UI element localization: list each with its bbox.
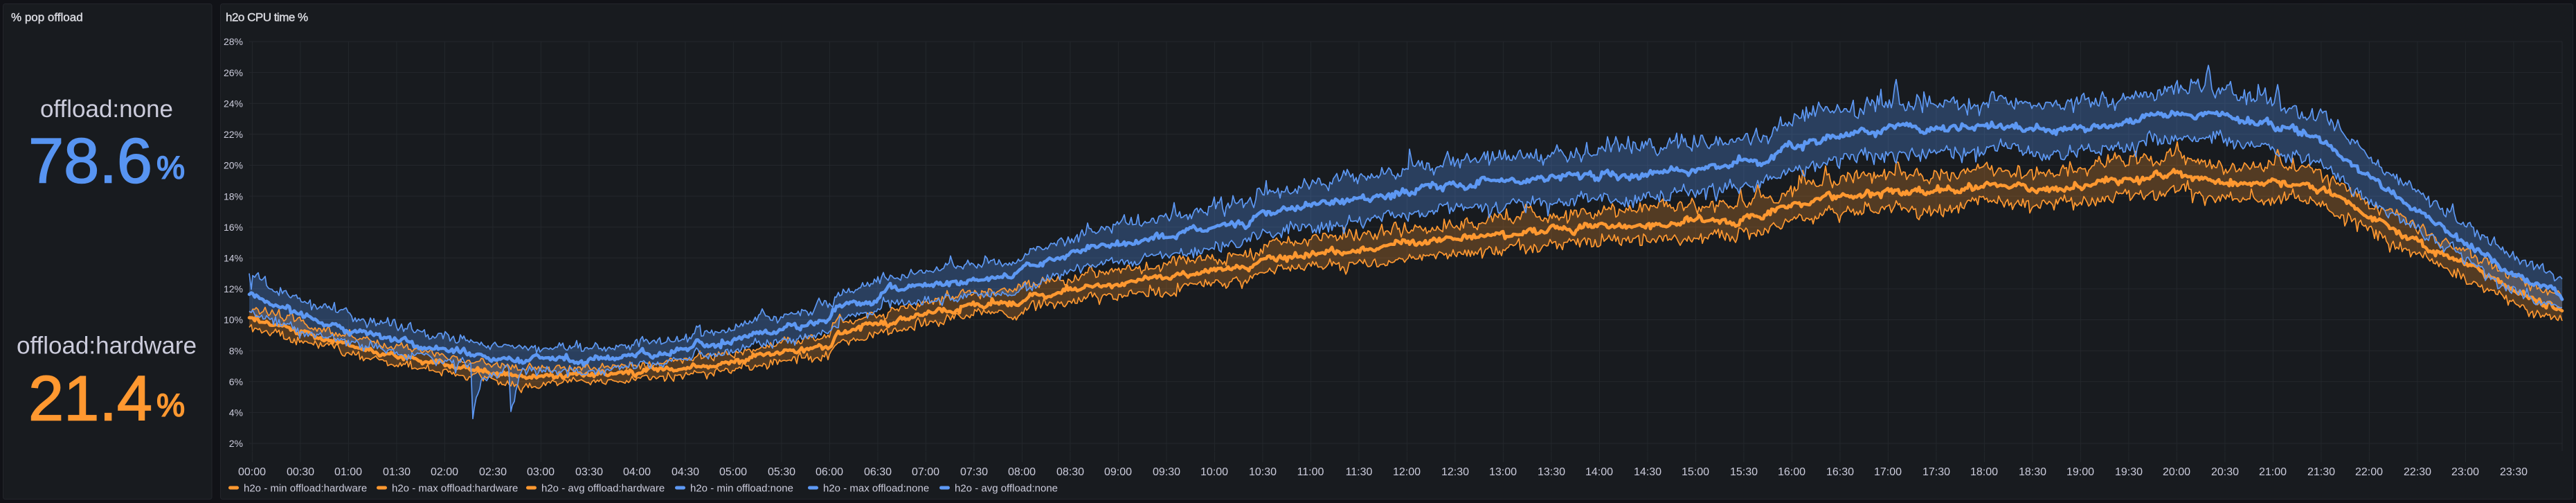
svg-text:07:00: 07:00 — [912, 466, 939, 478]
svg-text:12:00: 12:00 — [1393, 466, 1421, 478]
svg-text:13:00: 13:00 — [1489, 466, 1517, 478]
svg-text:19:00: 19:00 — [2066, 466, 2094, 478]
svg-text:% pop offload: % pop offload — [11, 11, 83, 24]
svg-text:16%: 16% — [224, 222, 243, 233]
svg-text:h2o CPU time %: h2o CPU time % — [226, 11, 308, 24]
svg-text:6%: 6% — [229, 376, 243, 387]
svg-text:00:00: 00:00 — [238, 466, 266, 478]
svg-text:8%: 8% — [229, 345, 243, 356]
svg-text:18:30: 18:30 — [2019, 466, 2046, 478]
svg-text:08:00: 08:00 — [1008, 466, 1036, 478]
svg-text:19:30: 19:30 — [2115, 466, 2143, 478]
svg-text:11:00: 11:00 — [1297, 466, 1324, 478]
svg-text:26%: 26% — [224, 67, 243, 78]
svg-text:09:00: 09:00 — [1104, 466, 1132, 478]
svg-text:06:00: 06:00 — [816, 466, 843, 478]
svg-text:10:00: 10:00 — [1200, 466, 1228, 478]
svg-text:10:30: 10:30 — [1249, 466, 1277, 478]
svg-text:12:30: 12:30 — [1441, 466, 1469, 478]
svg-text:22:00: 22:00 — [2355, 466, 2383, 478]
svg-text:09:30: 09:30 — [1153, 466, 1180, 478]
svg-text:10%: 10% — [224, 315, 243, 326]
svg-text:h2o - avg offload:none: h2o - avg offload:none — [955, 483, 1058, 495]
svg-text:05:30: 05:30 — [768, 466, 795, 478]
svg-text:21:00: 21:00 — [2259, 466, 2287, 478]
svg-text:02:00: 02:00 — [431, 466, 458, 478]
svg-text:14:00: 14:00 — [1585, 466, 1613, 478]
svg-text:20:30: 20:30 — [2211, 466, 2239, 478]
svg-text:08:30: 08:30 — [1056, 466, 1084, 478]
svg-text:20:00: 20:00 — [2163, 466, 2190, 478]
svg-text:h2o - min offload:hardware: h2o - min offload:hardware — [244, 483, 367, 495]
svg-text:2%: 2% — [229, 438, 243, 449]
svg-text:h2o - max offload:none: h2o - max offload:none — [823, 483, 929, 495]
svg-text:23:00: 23:00 — [2451, 466, 2479, 478]
svg-text:18:00: 18:00 — [1970, 466, 1998, 478]
svg-text:03:30: 03:30 — [575, 466, 603, 478]
svg-text:14:30: 14:30 — [1634, 466, 1661, 478]
svg-text:24%: 24% — [224, 98, 243, 109]
svg-text:28%: 28% — [224, 36, 243, 47]
svg-text:02:30: 02:30 — [479, 466, 507, 478]
svg-text:4%: 4% — [229, 407, 243, 418]
svg-text:h2o - max offload:hardware: h2o - max offload:hardware — [392, 483, 518, 495]
svg-text:18%: 18% — [224, 191, 243, 202]
svg-text:11:30: 11:30 — [1346, 466, 1373, 478]
svg-text:00:30: 00:30 — [287, 466, 314, 478]
svg-text:22%: 22% — [224, 129, 243, 140]
svg-text:13:30: 13:30 — [1538, 466, 1565, 478]
svg-text:06:30: 06:30 — [864, 466, 892, 478]
svg-text:01:00: 01:00 — [334, 466, 362, 478]
svg-text:05:00: 05:00 — [719, 466, 747, 478]
svg-text:16:00: 16:00 — [1778, 466, 1805, 478]
svg-text:22:30: 22:30 — [2404, 466, 2431, 478]
svg-text:21:30: 21:30 — [2307, 466, 2335, 478]
svg-text:15:30: 15:30 — [1730, 466, 1758, 478]
svg-text:12%: 12% — [224, 283, 243, 294]
svg-text:04:30: 04:30 — [672, 466, 699, 478]
svg-text:20%: 20% — [224, 160, 243, 171]
svg-text:offload:hardware: offload:hardware — [17, 333, 197, 360]
svg-text:07:30: 07:30 — [960, 466, 988, 478]
svg-text:h2o - avg offload:hardware: h2o - avg offload:hardware — [541, 483, 665, 495]
svg-text:16:30: 16:30 — [1826, 466, 1854, 478]
svg-text:17:00: 17:00 — [1874, 466, 1902, 478]
svg-text:23:30: 23:30 — [2500, 466, 2528, 478]
svg-text:offload:none: offload:none — [40, 96, 173, 123]
svg-text:14%: 14% — [224, 253, 243, 264]
svg-text:15:00: 15:00 — [1682, 466, 1709, 478]
svg-text:04:00: 04:00 — [623, 466, 651, 478]
svg-text:17:30: 17:30 — [1922, 466, 1950, 478]
svg-text:03:00: 03:00 — [527, 466, 555, 478]
svg-text:01:30: 01:30 — [383, 466, 411, 478]
svg-text:h2o - min offload:none: h2o - min offload:none — [690, 483, 793, 495]
